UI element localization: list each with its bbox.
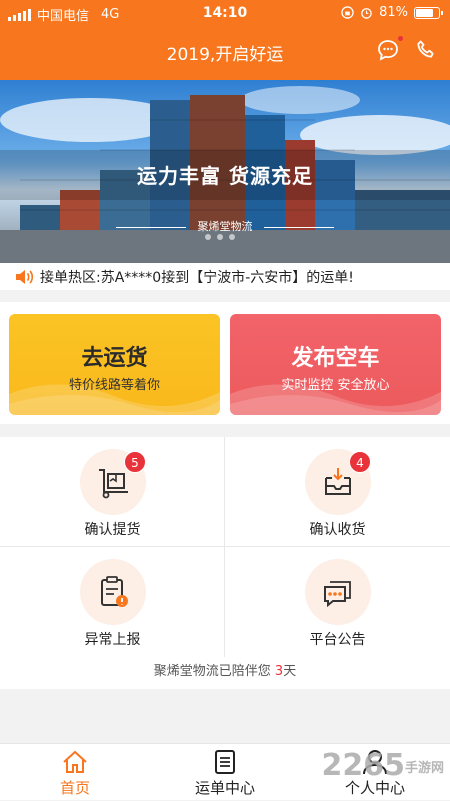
waybill-icon [215,750,235,774]
confirm-receipt-button[interactable]: 4 确认收货 [225,437,450,547]
post-empty-truck-card[interactable]: 发布空车 实时监控 安全放心 [230,314,441,415]
companion-suffix: 天 [283,664,297,679]
tab-waybill-label: 运单中心 [194,779,255,797]
tab-home[interactable]: 首页 [0,744,150,801]
battery-icon [414,6,443,19]
companion-days-text: 聚烯堂物流已陪伴您 3天 [0,657,450,689]
tab-home-label: 首页 [59,779,90,797]
ship-goods-card[interactable]: 去运货 特价线路等着你 [9,314,220,415]
announcement-icon [305,559,371,625]
battery-percent: 81% [379,5,408,20]
alarm-icon [361,8,372,19]
companion-days: 3 [274,664,284,679]
phone-icon[interactable] [414,38,438,62]
platform-announcement-button[interactable]: 平台公告 [225,547,450,657]
pickup-badge: 5 [124,451,146,473]
banner-brand-text: 聚烯堂物流 [197,220,253,233]
unread-dot [398,36,403,41]
companion-prefix: 聚烯堂物流已陪伴您 [153,664,275,679]
pager-dot [205,234,211,240]
orientation-lock-icon [341,6,354,19]
banner-brand: 聚烯堂物流 [0,218,450,234]
post-empty-truck-subtitle: 实时监控 安全放心 [281,378,390,393]
report-exception-label: 异常上报 [84,632,141,648]
watermark-text: 2265 [321,748,405,783]
confirm-pickup-label: 确认提货 [84,522,141,538]
notice-bar[interactable]: 接单热区:苏A****0接到【宁波市-六安市】的运单! [0,263,450,290]
function-grid: 5 确认提货 4 确认收货 异常上报 平台公告 [0,437,450,657]
tab-waybill-center[interactable]: 运单中心 [150,744,300,801]
promo-banner[interactable]: 运力丰富 货源充足 聚烯堂物流 [0,80,450,263]
confirm-receipt-label: 确认收货 [309,522,366,538]
site-watermark: 2265手游网 [321,748,444,783]
receipt-badge: 4 [349,451,371,473]
banner-pager [205,234,235,240]
pager-dot [217,234,223,240]
home-icon [63,750,87,773]
exception-report-icon [80,559,146,625]
message-icon[interactable] [376,38,400,62]
post-empty-truck-title: 发布空车 [291,346,380,371]
status-bar: 中国电信 4G 14:10 81% [0,0,450,26]
speaker-icon [16,269,34,284]
banner-headline: 运力丰富 货源充足 [137,164,313,188]
notice-text: 接单热区:苏A****0接到【宁波市-六安市】的运单! [40,269,354,286]
ship-goods-subtitle: 特价线路等着你 [68,378,160,393]
ship-goods-title: 去运货 [81,346,148,371]
platform-announcement-label: 平台公告 [309,632,366,648]
action-cards: 去运货 特价线路等着你 发布空车 实时监控 安全放心 [0,302,450,424]
confirm-pickup-button[interactable]: 5 确认提货 [0,437,225,547]
watermark-suffix: 手游网 [404,761,444,776]
report-exception-button[interactable]: 异常上报 [0,547,225,657]
app-header: 中国电信 4G 14:10 81% 2019,开启好运 [0,0,450,80]
pager-dot [229,234,235,240]
